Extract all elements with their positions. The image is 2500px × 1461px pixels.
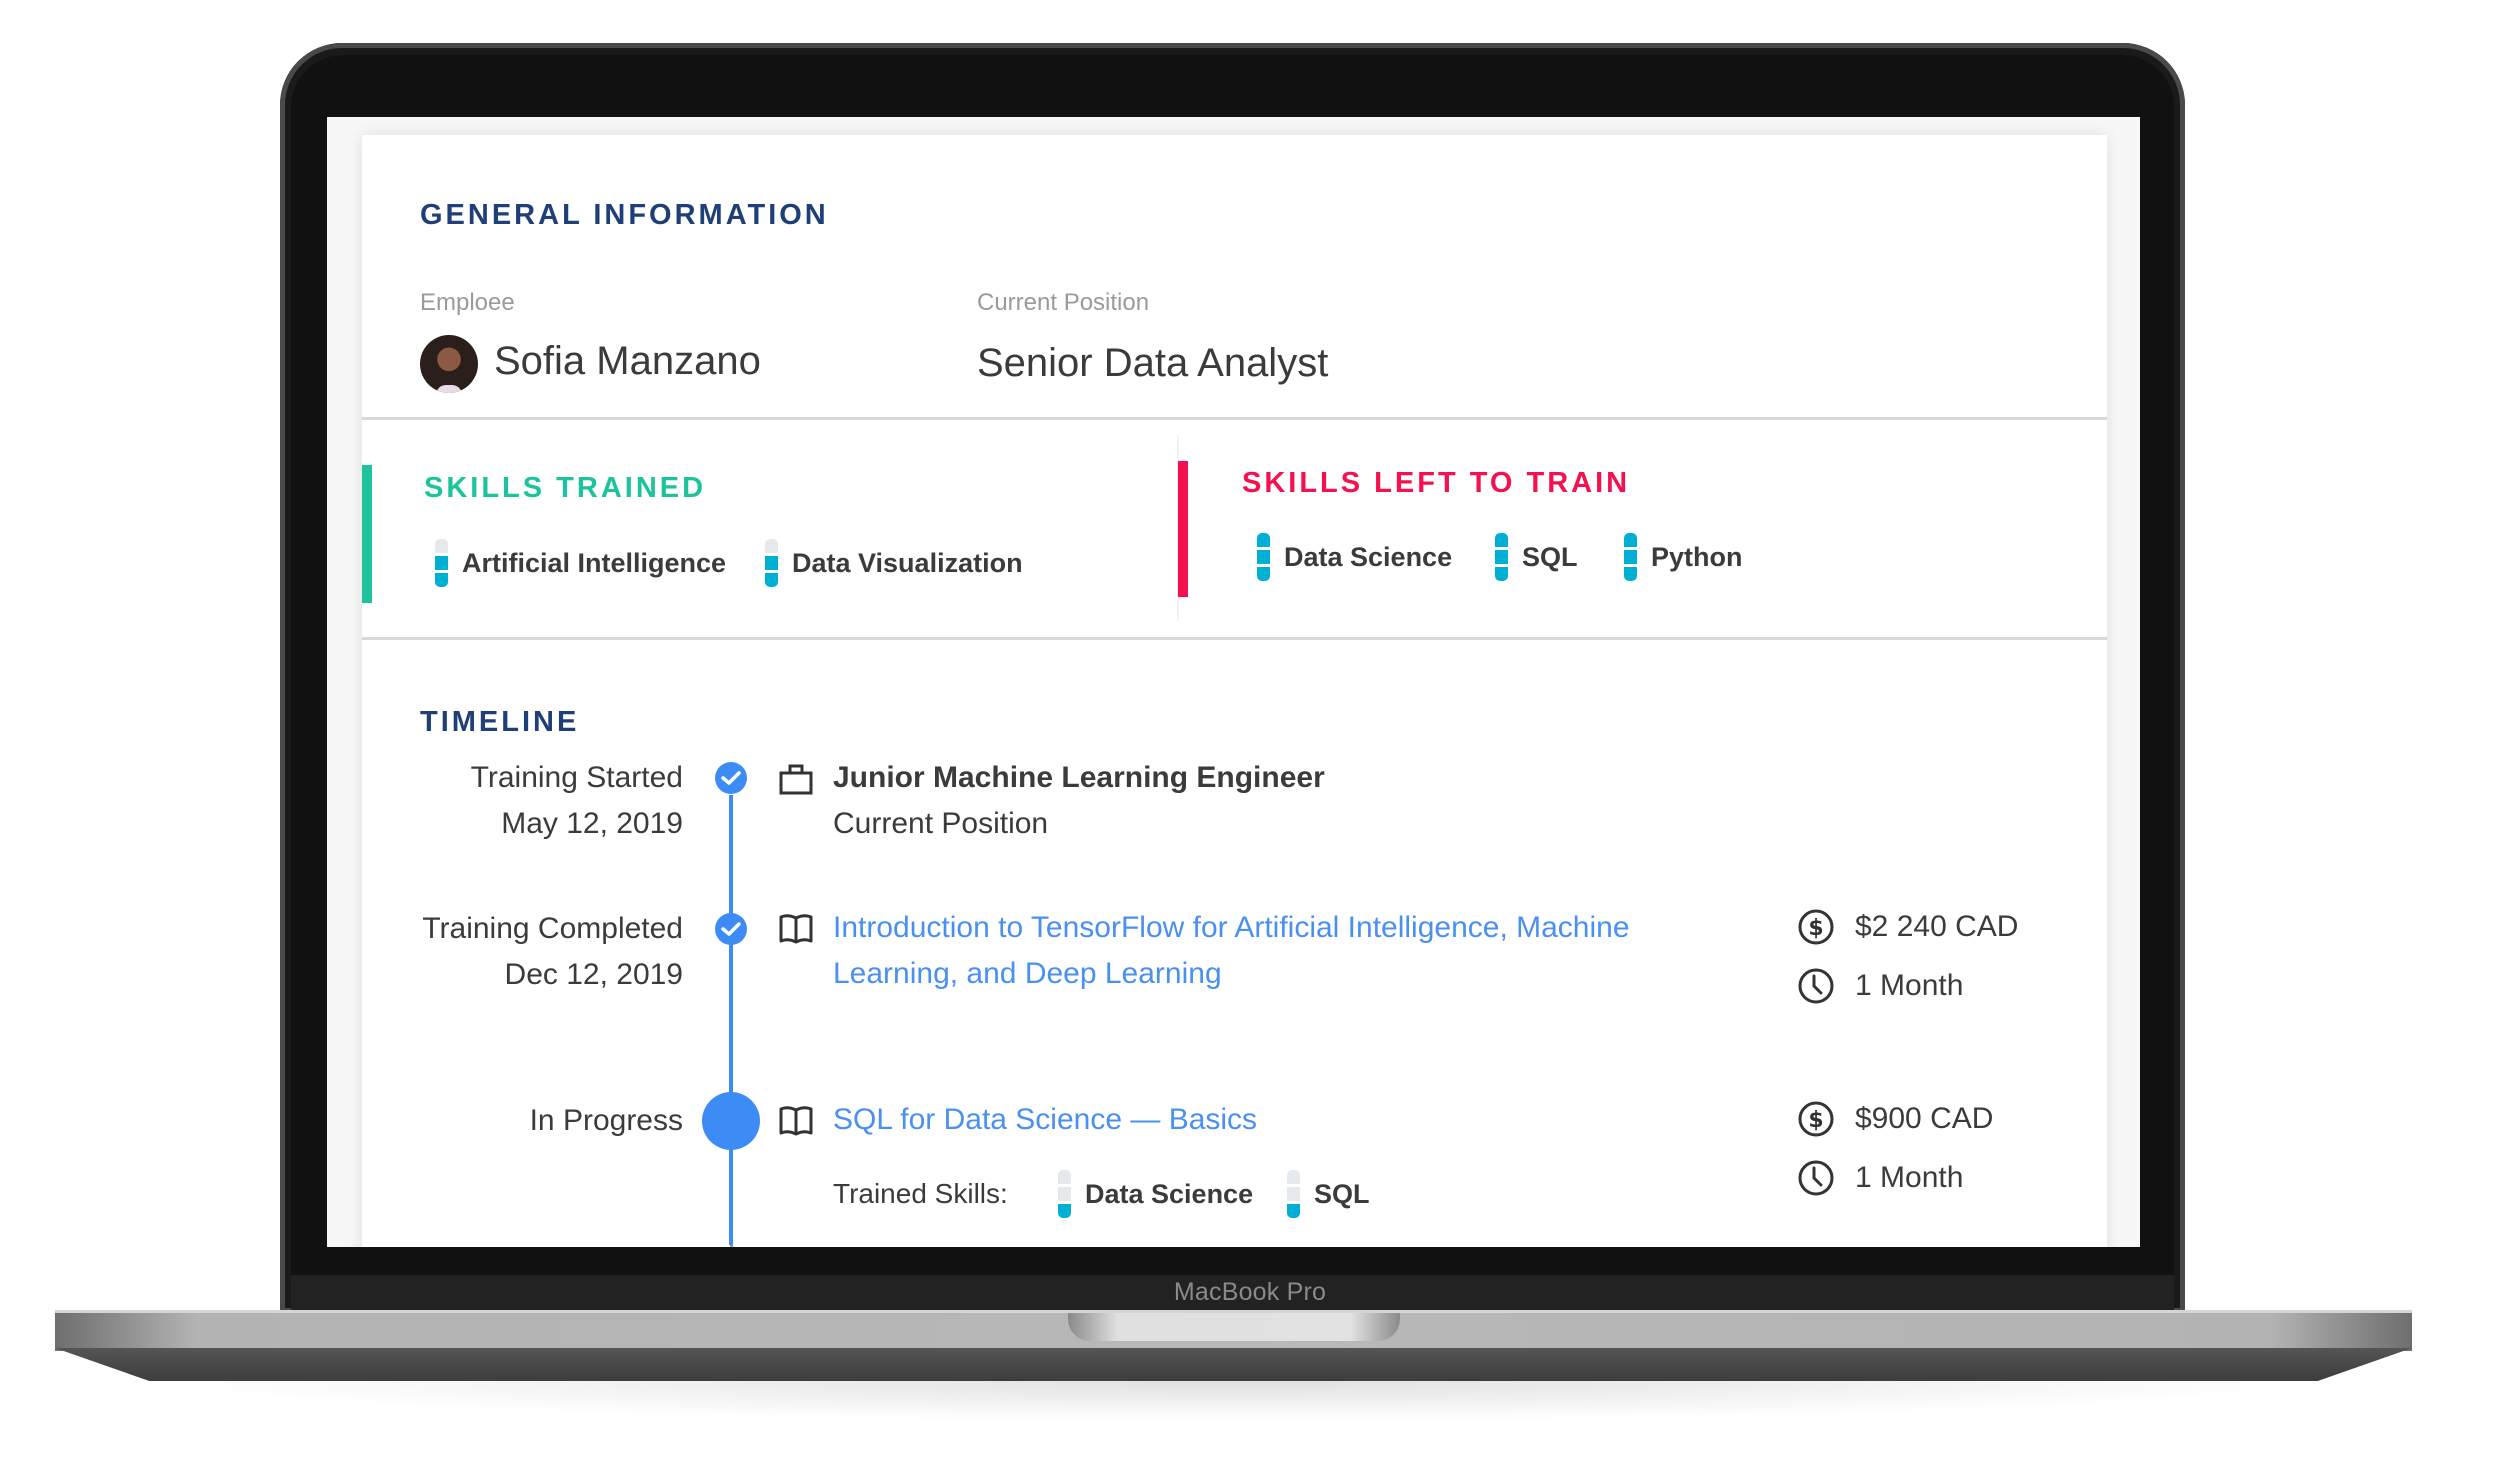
course-duration: 1 Month (1797, 1159, 1963, 1197)
svg-text:$: $ (1808, 1108, 1823, 1133)
general-information-title: GENERAL INFORMATION (420, 199, 829, 231)
course-cost: $ $2 240 CAD (1797, 908, 2018, 946)
completed-check-icon (715, 913, 747, 945)
skill-level-icon (435, 539, 448, 587)
skill-level-icon (1495, 533, 1508, 581)
trained-skill-item: Data Science (1058, 1170, 1253, 1218)
skill-level-icon (1257, 533, 1270, 581)
timeline-line-complete (729, 795, 733, 1245)
skills-left-accent (1178, 461, 1188, 597)
skill-left-item: Python (1624, 533, 1743, 581)
brand-label: MacBook Pro (1173, 1278, 1327, 1306)
skill-level-icon (1624, 533, 1637, 581)
event-date: May 12, 2019 (501, 807, 683, 840)
cost-value: $900 CAD (1855, 1102, 1994, 1135)
position-label: Current Position (977, 289, 1150, 316)
skill-label: SQL (1522, 541, 1578, 572)
book-icon (778, 911, 814, 947)
avatar[interactable] (420, 335, 478, 393)
skills-trained-accent (362, 465, 372, 603)
trained-skills-label: Trained Skills: (833, 1178, 1008, 1209)
course-link[interactable]: Introduction to TensorFlow for Artificia… (833, 905, 1693, 997)
svg-text:$: $ (1808, 916, 1823, 941)
divider (362, 637, 2107, 640)
employee-card: GENERAL INFORMATION Emploee Sofia Manzan… (362, 135, 2107, 1247)
skill-trained-item: Data Visualization (765, 539, 1023, 587)
skills-left-title: SKILLS LEFT TO TRAIN (1242, 467, 1631, 499)
skill-label: Artificial Intelligence (462, 547, 727, 578)
trained-skill-item: SQL (1287, 1170, 1370, 1218)
dollar-icon: $ (1798, 1101, 1834, 1137)
timeline-title: TIMELINE (420, 706, 580, 738)
briefcase-icon (778, 761, 814, 797)
event-status: Training Started (470, 761, 683, 794)
in-progress-indicator (702, 1092, 760, 1150)
skill-level-icon (1287, 1170, 1300, 1218)
event-date: Dec 12, 2019 (504, 958, 683, 991)
screen: GENERAL INFORMATION Emploee Sofia Manzan… (327, 117, 2140, 1247)
skills-trained-title: SKILLS TRAINED (424, 472, 707, 504)
dollar-icon: $ (1798, 909, 1834, 945)
skill-left-item: Data Science (1257, 533, 1452, 581)
event-subtitle: Current Position (833, 807, 1049, 840)
laptop-notch (1068, 1313, 1400, 1341)
course-link[interactable]: SQL for Data Science — Basics (833, 1097, 1693, 1143)
skill-level-icon (765, 539, 778, 587)
skill-label: Python (1651, 541, 1743, 572)
laptop-base-bottom (55, 1348, 2412, 1381)
skill-trained-item: Artificial Intelligence (435, 539, 726, 587)
timeline-line-pending (730, 1245, 733, 1247)
skill-left-item: SQL (1495, 533, 1578, 581)
timeline-event-status: In Progress (362, 1098, 683, 1144)
skill-label: Data Science (1085, 1178, 1254, 1209)
clock-icon (1798, 968, 1834, 1004)
course-cost: $ $900 CAD (1797, 1100, 1993, 1138)
event-status: Training Completed (422, 912, 683, 945)
laptop-shadow (160, 1381, 2310, 1421)
completed-check-icon (715, 762, 747, 794)
event-status: In Progress (529, 1104, 683, 1137)
clock-icon (1798, 1160, 1834, 1196)
employee-name: Sofia Manzano (494, 339, 761, 383)
skill-level-icon (1058, 1170, 1071, 1218)
position-value: Senior Data Analyst (977, 341, 1329, 385)
divider (362, 417, 2107, 420)
timeline-event-status: Training Completed Dec 12, 2019 (362, 906, 683, 998)
course-duration: 1 Month (1797, 967, 1963, 1005)
event-title: Junior Machine Learning Engineer (833, 761, 1325, 794)
duration-value: 1 Month (1855, 1161, 1964, 1194)
book-icon (778, 1103, 814, 1139)
timeline-event-status: Training Started May 12, 2019 (362, 755, 683, 847)
duration-value: 1 Month (1855, 969, 1964, 1002)
skill-label: Data Science (1284, 541, 1453, 572)
employee-label: Emploee (420, 289, 515, 316)
cost-value: $2 240 CAD (1855, 910, 2019, 943)
skill-label: SQL (1314, 1178, 1370, 1209)
skill-label: Data Visualization (792, 547, 1023, 578)
